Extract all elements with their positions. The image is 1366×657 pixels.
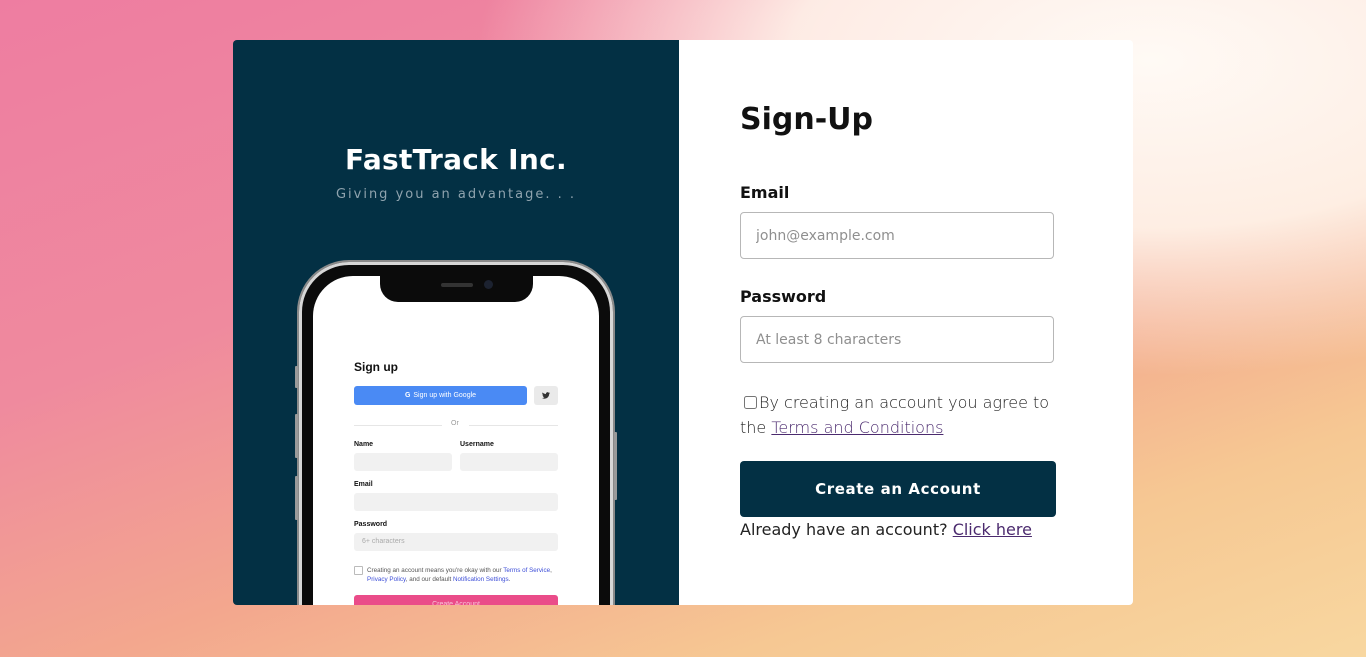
twitter-icon [534,386,558,405]
brand-title: FastTrack Inc. [345,143,567,176]
mockup-password-placeholder: 6+ characters [362,538,405,545]
form-title: Sign-Up [740,102,874,137]
brand-panel: FastTrack Inc. Giving you an advantage. … [233,40,679,605]
mockup-privacy-link: Privacy Policy [367,576,406,583]
mockup-notification-link: Notification Settings [453,576,509,583]
google-icon: G [404,392,411,399]
mockup-divider-text: Or [451,420,459,427]
phone-side-button [295,414,298,458]
mockup-terms-sep: , [550,567,552,574]
phone-speaker [441,283,473,287]
mockup-google-button: G Sign up with Google [354,386,527,405]
mockup-create-button: Create Account [354,595,558,605]
phone-side-button [614,432,617,500]
mockup-divider-line [469,425,558,426]
mockup-terms-end: . [508,576,511,583]
phone-screen: Sign up G Sign up with Google Or Name Us… [313,276,599,605]
terms-agreement: By creating an account you agree to the … [740,390,1060,440]
mockup-name-label: Name [354,441,374,448]
login-link[interactable]: Click here [953,520,1032,539]
mockup-checkbox [354,566,363,575]
mockup-title: Sign up [354,360,398,374]
mockup-terms-link: Terms of Service [503,567,551,574]
already-text: Already have an account? [740,520,948,539]
mockup-email-field [354,493,558,511]
terms-checkbox[interactable] [744,396,757,409]
signup-card: FastTrack Inc. Giving you an advantage. … [233,40,1133,605]
mockup-google-label: Sign up with Google [413,392,477,399]
brand-tagline: Giving you an advantage. . . [335,187,577,202]
password-label: Password [740,287,827,306]
mockup-password-label: Password [354,521,388,528]
mockup-terms: Creating an account means you're okay wi… [367,566,562,584]
mockup-username-field [460,453,558,471]
mockup-terms-text: , and our default [405,576,452,583]
email-label: Email [740,183,790,202]
phone-side-button [295,366,298,388]
password-input[interactable] [740,316,1054,363]
mockup-username-label: Username [460,441,494,448]
phone-side-button [295,476,298,520]
email-input[interactable] [740,212,1054,259]
mockup-email-label: Email [354,481,373,488]
terms-link[interactable]: Terms and Conditions [771,418,943,437]
mockup-terms-text: Creating an account means you're okay wi… [367,567,502,574]
mockup-password-field: 6+ characters [354,533,558,551]
login-prompt: Already have an account? Click here [740,520,1032,539]
create-account-button[interactable]: Create an Account [740,461,1056,517]
phone-camera [484,280,493,289]
mockup-name-field [354,453,452,471]
mockup-divider-line [354,425,442,426]
phone-notch [380,276,533,302]
signup-form: Sign-Up Email Password By creating an ac… [679,40,1133,605]
